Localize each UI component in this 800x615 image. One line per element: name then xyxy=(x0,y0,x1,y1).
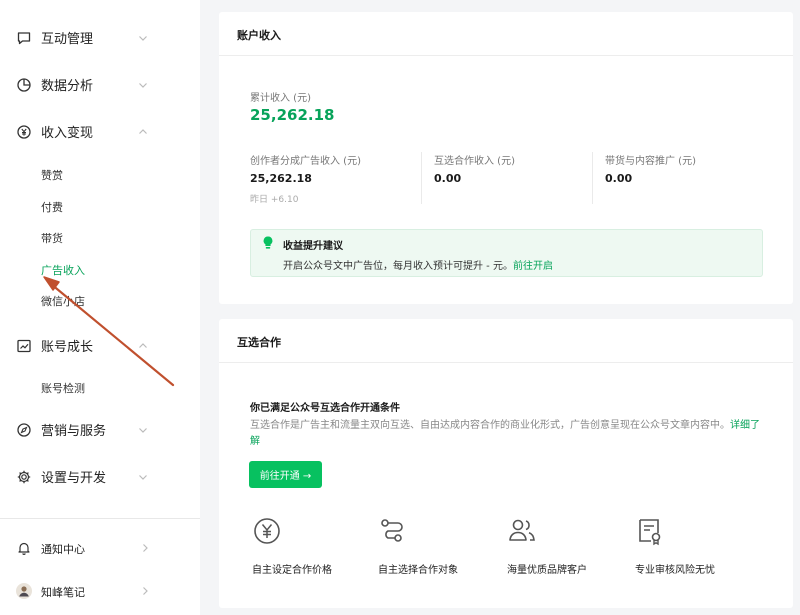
enable-coop-button[interactable]: 前往开通 → xyxy=(249,461,322,488)
stat-commerce-promo: 带货与内容推广 (元) 0.00 xyxy=(605,152,775,208)
sidebar-item-ad-income[interactable]: 广告收入 xyxy=(41,262,85,278)
tip-message: 开启公众号文中广告位，每月收入预计可提升 - 元。 xyxy=(283,261,513,272)
certificate-icon xyxy=(639,519,661,546)
coop-description: 互选合作是广告主和流量主双向互选、自由达成内容合作的商业化形式，广告创意呈现在公… xyxy=(250,418,762,450)
lightbulb-icon xyxy=(263,236,273,249)
sidebar-item-wechat-store[interactable]: 微信小店 xyxy=(41,293,85,309)
stat-yesterday-change: 昨日 +6.10 xyxy=(250,195,299,205)
chevron-up-icon xyxy=(139,343,147,348)
bell-icon xyxy=(18,542,30,555)
chevron-down-icon xyxy=(139,475,147,480)
feature-set-price: 自主设定合作价格 xyxy=(252,516,372,586)
feature-label: 自主设定合作价格 xyxy=(252,565,332,576)
income-tip-box: 收益提升建议 开启公众号文中广告位，每月收入预计可提升 - 元。前往开启 xyxy=(250,229,763,277)
chevron-down-icon xyxy=(139,36,147,41)
coop-eligibility-heading: 你已满足公众号互选合作开通条件 xyxy=(250,403,400,414)
nav-group-settings[interactable]: 设置与开发 xyxy=(0,461,200,491)
stat-label: 创作者分成广告收入 (元) xyxy=(250,156,361,167)
sidebar-item-commerce[interactable]: 带货 xyxy=(41,230,63,246)
stat-divider xyxy=(592,152,593,204)
feature-choose-partner: 自主选择合作对象 xyxy=(378,516,498,586)
chat-bubble-icon xyxy=(17,32,31,45)
panel-divider xyxy=(219,55,793,56)
nav-group-analytics[interactable]: 数据分析 xyxy=(0,69,200,99)
account-profile-link[interactable]: 知峰笔记 xyxy=(0,577,200,605)
tip-text: 开启公众号文中广告位，每月收入预计可提升 - 元。前往开启 xyxy=(283,257,553,272)
notification-center-link[interactable]: 通知中心 xyxy=(0,534,200,562)
nav-group-label: 设置与开发 xyxy=(41,471,107,486)
cumulative-income-label: 累计收入 (元) xyxy=(250,93,311,104)
avatar xyxy=(16,583,32,599)
sidebar: 互动管理 数据分析 收入变现 赞赏 付费 带货 广告收入 微信小店 账号成长 账… xyxy=(0,0,200,615)
stat-divider xyxy=(421,152,422,204)
sidebar-item-paid[interactable]: 付费 xyxy=(41,199,63,215)
nav-group-marketing[interactable]: 营销与服务 xyxy=(0,414,200,444)
stat-creator-ad-income: 创作者分成广告收入 (元) 25,262.18 昨日 +6.10 xyxy=(250,152,420,208)
feature-label: 海量优质品牌客户 xyxy=(507,565,587,576)
enable-ad-slot-link[interactable]: 前往开启 xyxy=(513,261,553,272)
sidebar-item-reward[interactable]: 赞赏 xyxy=(41,167,63,183)
coop-description-text: 互选合作是广告主和流量主双向互选、自由达成内容合作的商业化形式，广告创意呈现在公… xyxy=(250,420,730,431)
account-income-panel: 账户收入 累计收入 (元) 25,262.18 创作者分成广告收入 (元) 25… xyxy=(219,12,793,304)
stat-coop-income: 互选合作收入 (元) 0.00 xyxy=(434,152,584,208)
stat-value: 0.00 xyxy=(434,172,462,185)
trend-chart-icon xyxy=(17,339,31,353)
nav-group-growth[interactable]: 账号成长 xyxy=(0,330,200,360)
users-icon xyxy=(509,519,535,541)
nav-group-label: 收入变现 xyxy=(41,126,94,141)
nav-group-label: 互动管理 xyxy=(41,32,94,47)
nav-group-monetization[interactable]: 收入变现 xyxy=(0,116,200,146)
nav-group-label: 营销与服务 xyxy=(41,424,107,439)
chevron-right-icon xyxy=(143,587,148,595)
nav-group-label: 账号成长 xyxy=(41,340,94,355)
chevron-right-icon xyxy=(143,544,148,552)
panel-divider xyxy=(219,362,793,363)
panel-title: 账户收入 xyxy=(237,29,281,42)
chevron-down-icon xyxy=(139,428,147,433)
stat-label: 带货与内容推广 (元) xyxy=(605,156,696,167)
cumulative-income-value: 25,262.18 xyxy=(250,106,335,124)
feature-risk-review: 专业审核风险无忧 xyxy=(635,516,755,586)
yen-circle-icon xyxy=(17,125,31,139)
stat-value: 25,262.18 xyxy=(250,172,312,185)
feature-label: 专业审核风险无忧 xyxy=(635,565,715,576)
sidebar-item-account-check[interactable]: 账号检测 xyxy=(41,380,85,396)
pie-chart-icon xyxy=(17,78,31,92)
tip-title: 收益提升建议 xyxy=(283,241,343,252)
account-name: 知峰笔记 xyxy=(41,586,85,599)
route-icon xyxy=(381,519,403,542)
mutual-selection-panel: 互选合作 你已满足公众号互选合作开通条件 互选合作是广告主和流量主双向互选、自由… xyxy=(219,319,793,608)
notification-center-label: 通知中心 xyxy=(41,543,85,556)
feature-label: 自主选择合作对象 xyxy=(378,565,458,576)
feature-brand-clients: 海量优质品牌客户 xyxy=(507,516,627,586)
nav-group-interaction[interactable]: 互动管理 xyxy=(0,22,200,52)
sidebar-divider xyxy=(0,518,200,519)
gear-icon xyxy=(17,470,31,484)
nav-group-label: 数据分析 xyxy=(41,79,94,94)
chevron-down-icon xyxy=(139,83,147,88)
stat-label: 互选合作收入 (元) xyxy=(434,156,515,167)
chevron-up-icon xyxy=(139,129,147,134)
stat-value: 0.00 xyxy=(605,172,633,185)
panel-title: 互选合作 xyxy=(237,336,281,349)
yen-circle-icon xyxy=(254,518,280,544)
compass-icon xyxy=(17,423,31,437)
